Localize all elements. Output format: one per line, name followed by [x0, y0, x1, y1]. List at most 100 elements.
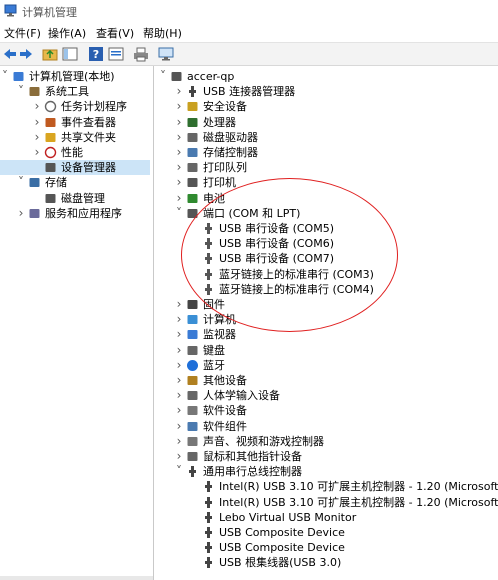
show-hide-tree-icon[interactable] [62, 46, 78, 62]
nav-row[interactable]: › 性能 [0, 145, 150, 160]
chevron-right-icon[interactable]: › [174, 419, 184, 434]
device-row[interactable]: › 固件 [156, 297, 498, 312]
chevron-right-icon[interactable]: › [174, 388, 184, 403]
device-row[interactable]: ˅ 端口 (COM 和 LPT) [156, 206, 498, 221]
device-row[interactable]: Lebo Virtual USB Monitor [156, 510, 498, 525]
device-row[interactable]: › 安全设备 [156, 99, 498, 114]
up-folder-icon[interactable] [42, 46, 58, 62]
chevron-down-icon[interactable]: ˅ [174, 464, 184, 479]
chevron-right-icon[interactable]: › [174, 343, 184, 358]
chevron-right-icon[interactable]: › [174, 297, 184, 312]
chevron-right-icon[interactable]: › [174, 373, 184, 388]
chevron-right-icon[interactable]: › [174, 403, 184, 418]
chevron-down-icon[interactable]: ˅ [16, 175, 26, 190]
nav-label: 存储 [45, 176, 67, 190]
nav-row[interactable]: 设备管理器 [0, 160, 150, 176]
nav-row[interactable]: › 事件查看器 [0, 115, 150, 130]
device-label: 磁盘驱动器 [203, 130, 258, 144]
help-icon[interactable]: ? [88, 46, 104, 62]
chevron-right-icon[interactable]: › [32, 130, 42, 145]
print-icon[interactable] [133, 46, 149, 62]
menu-view[interactable]: 查看(V) [96, 25, 134, 41]
device-row[interactable]: USB 串行设备 (COM5) [156, 221, 498, 236]
tools-icon [29, 87, 40, 97]
device-row[interactable]: › 电池 [156, 191, 498, 206]
scan-hardware-icon[interactable] [158, 46, 174, 62]
device-row[interactable]: ˅ 通用串行总线控制器 [156, 464, 498, 479]
device-label: 打印队列 [203, 161, 247, 175]
chevron-right-icon[interactable]: › [174, 84, 184, 99]
chevron-right-icon[interactable]: › [32, 145, 42, 160]
device-row[interactable]: › 鼠标和其他指针设备 [156, 449, 498, 464]
nav-row[interactable]: 磁盘管理 [0, 191, 150, 206]
device-label: USB 根集线器(USB 3.0) [219, 556, 342, 570]
nav-row[interactable]: › 服务和应用程序 [0, 206, 150, 221]
chevron-right-icon[interactable]: › [174, 160, 184, 175]
device-row[interactable]: › USB 连接器管理器 [156, 84, 498, 99]
chevron-right-icon[interactable]: › [174, 358, 184, 373]
device-row[interactable]: › 存储控制器 [156, 145, 498, 160]
device-row[interactable]: › 磁盘驱动器 [156, 130, 498, 145]
chevron-right-icon[interactable]: › [174, 115, 184, 130]
menu-bar: 文件(F) 操作(A) 查看(V) 帮助(H) [0, 22, 498, 42]
device-row[interactable]: › 蓝牙 [156, 358, 498, 373]
device-row[interactable]: › 计算机 [156, 312, 498, 327]
chevron-right-icon[interactable]: › [174, 312, 184, 327]
properties-icon[interactable] [108, 46, 124, 62]
device-row[interactable]: ˅ accer-qp [156, 69, 498, 84]
chevron-right-icon[interactable]: › [174, 434, 184, 449]
chevron-right-icon[interactable]: › [174, 449, 184, 464]
device-row[interactable]: › 其他设备 [156, 373, 498, 388]
nav-label: 共享文件夹 [61, 130, 116, 144]
device-row[interactable]: USB 根集线器(USB 3.0) [156, 555, 498, 570]
chevron-right-icon[interactable]: › [174, 145, 184, 160]
nav-row[interactable]: ˅ 计算机管理(本地) [0, 69, 150, 84]
device-label: 软件设备 [203, 404, 247, 418]
chevron-right-icon[interactable]: › [174, 327, 184, 342]
nav-row[interactable]: ˅ 系统工具 [0, 84, 150, 99]
nav-row[interactable]: ˅ 存储 [0, 175, 150, 190]
chevron-right-icon[interactable]: › [174, 191, 184, 206]
chevron-right-icon[interactable]: › [174, 175, 184, 190]
device-row[interactable]: › 打印队列 [156, 160, 498, 175]
chevron-down-icon[interactable]: ˅ [0, 69, 10, 84]
forward-arrow-icon[interactable] [18, 46, 34, 62]
chevron-down-icon[interactable]: ˅ [174, 206, 184, 221]
device-row[interactable]: USB 串行设备 (COM7) [156, 251, 498, 266]
menu-action[interactable]: 操作(A) [48, 25, 86, 41]
chevron-down-icon[interactable]: ˅ [16, 84, 26, 99]
chevron-right-icon[interactable]: › [32, 99, 42, 114]
chevron-right-icon[interactable]: › [16, 206, 26, 221]
chevron-down-icon[interactable]: ˅ [158, 69, 168, 84]
menu-help[interactable]: 帮助(H) [143, 25, 182, 41]
security-key-icon [187, 102, 198, 112]
device-row[interactable]: USB 串行设备 (COM6) [156, 236, 498, 251]
chevron-right-icon[interactable]: › [174, 99, 184, 114]
device-row[interactable]: › 软件设备 [156, 403, 498, 418]
device-row[interactable]: › 声音、视频和游戏控制器 [156, 434, 498, 449]
chevron-right-icon[interactable]: › [32, 115, 42, 130]
device-tree[interactable]: ˅ accer-qp › USB 连接器管理器 › 安全设备 › 处理器 › 磁盘驱动器 › 存储控制… [156, 66, 498, 580]
menu-file[interactable]: 文件(F) [4, 25, 41, 41]
device-row[interactable]: › 键盘 [156, 343, 498, 358]
device-row[interactable]: 蓝牙链接上的标准串行 (COM4) [156, 282, 498, 297]
device-row[interactable]: 蓝牙链接上的标准串行 (COM3) [156, 267, 498, 282]
device-row[interactable]: › 人体学输入设备 [156, 388, 498, 403]
navigation-tree[interactable]: ˅ 计算机管理(本地) ˅ 系统工具 › 任务计划程序 › 事件查看器 › 共享文件夹 › 性能 设备管… [0, 66, 154, 580]
firmware-icon [187, 300, 198, 309]
device-row[interactable]: USB Composite Device [156, 540, 498, 555]
usb-controller-icon [189, 466, 196, 478]
nav-row[interactable]: › 任务计划程序 [0, 99, 150, 114]
device-row[interactable]: USB Composite Device [156, 525, 498, 540]
horizontal-scrollbar[interactable] [0, 576, 153, 580]
chevron-right-icon[interactable]: › [174, 130, 184, 145]
device-row[interactable]: › 处理器 [156, 115, 498, 130]
clock-icon [44, 101, 57, 113]
back-arrow-icon[interactable] [2, 46, 18, 62]
device-row[interactable]: Intel(R) USB 3.10 可扩展主机控制器 - 1.20 (Micro… [156, 495, 498, 510]
device-row[interactable]: › 监视器 [156, 327, 498, 342]
device-row[interactable]: › 打印机 [156, 175, 498, 190]
nav-row[interactable]: › 共享文件夹 [0, 130, 150, 145]
device-row[interactable]: Intel(R) USB 3.10 可扩展主机控制器 - 1.20 (Micro… [156, 479, 498, 494]
device-row[interactable]: › 软件组件 [156, 419, 498, 434]
